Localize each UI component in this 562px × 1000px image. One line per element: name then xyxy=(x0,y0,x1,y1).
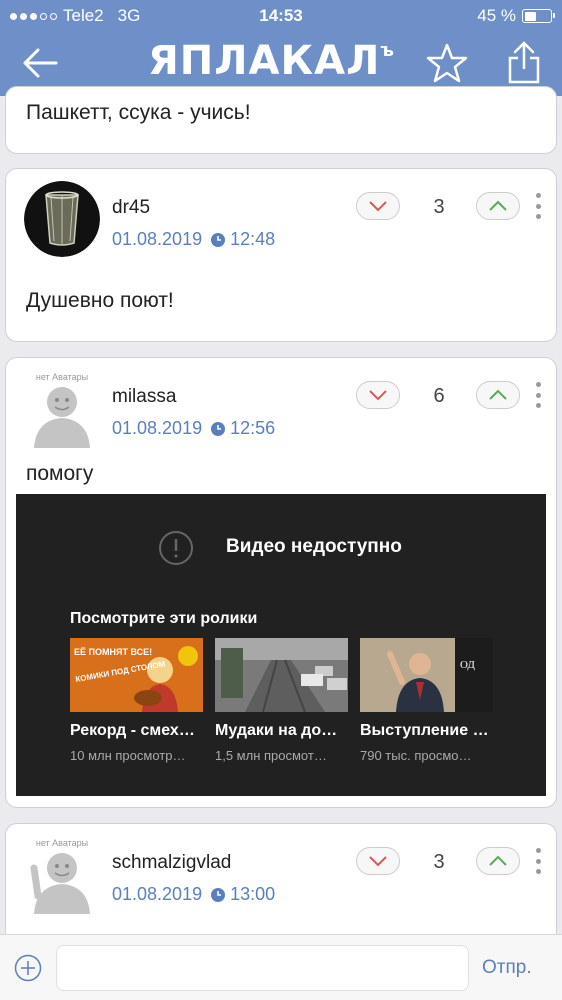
chevron-up-icon xyxy=(489,389,507,400)
comment-meta: 01.08.2019 13:00 xyxy=(112,884,275,905)
comment-text: Пашкетт, ссука - учись! xyxy=(26,101,251,124)
video-unavailable-text: Видео недоступно xyxy=(226,536,402,557)
add-attachment-icon[interactable] xyxy=(14,954,42,982)
comment-date: 01.08.2019 xyxy=(112,229,203,249)
chevron-up-icon xyxy=(489,855,507,866)
upvote-button[interactable] xyxy=(476,192,520,220)
alert-icon xyxy=(159,531,193,565)
avatar[interactable] xyxy=(24,181,100,257)
clock-icon xyxy=(211,421,226,436)
status-bar: Tele2 3G 14:53 45 % xyxy=(0,0,562,32)
message-input[interactable] xyxy=(56,945,469,991)
suggested-video-views: 790 тыс. просмо… xyxy=(360,748,472,763)
suggested-video-views: 10 млн просмотр… xyxy=(70,748,186,763)
comment-card: Пашкетт, ссука - учись! xyxy=(5,86,557,154)
battery-percent: 45 % xyxy=(477,6,516,25)
svg-text:нет Аватары: нет Аватары xyxy=(36,372,88,382)
comment-date: 01.08.2019 xyxy=(112,884,203,904)
svg-text:ОД: ОД xyxy=(460,659,475,671)
clock-icon xyxy=(211,232,226,247)
back-arrow-icon[interactable] xyxy=(20,46,60,80)
clock-icon xyxy=(211,887,226,902)
upvote-button[interactable] xyxy=(476,381,520,409)
suggested-video-thumbnail[interactable]: ОД xyxy=(360,638,493,712)
more-options-icon[interactable] xyxy=(532,382,544,408)
suggested-video-thumbnail[interactable]: ЕЁ ПОМНЯТ ВСЕ! КОМИКИ ПОД СТОЛОМ xyxy=(70,638,203,712)
share-icon[interactable] xyxy=(506,40,542,84)
chevron-up-icon xyxy=(489,200,507,211)
send-button[interactable]: Отпр. xyxy=(482,957,532,979)
comment-meta: 01.08.2019 12:56 xyxy=(112,418,275,439)
comment-time: 12:48 xyxy=(230,229,276,249)
reply-composer: Отпр. xyxy=(0,934,562,1000)
chevron-down-icon xyxy=(369,201,387,212)
svg-text:нет Аватары: нет Аватары xyxy=(36,838,88,848)
suggested-videos-heading: Посмотрите эти ролики xyxy=(70,610,258,627)
battery-icon xyxy=(522,9,555,23)
comment-text: помогу xyxy=(26,462,94,485)
embedded-video[interactable]: Видео недоступно Посмотрите эти ролики Е… xyxy=(16,494,546,796)
vote-score: 6 xyxy=(433,385,445,407)
app-header: Tele2 3G 14:53 45 % ЯПЛАКАЛъ xyxy=(0,0,562,96)
star-favorite-icon[interactable] xyxy=(426,42,468,84)
comment-meta: 01.08.2019 12:48 xyxy=(112,229,275,250)
suggested-video-thumbnail[interactable] xyxy=(215,638,348,712)
suggested-video-views: 1,5 млн просмот… xyxy=(215,748,327,763)
suggested-video-title[interactable]: Рекорд - смех… xyxy=(70,722,203,740)
suggested-video-title[interactable]: Выступление … xyxy=(360,722,493,740)
comment-time: 12:56 xyxy=(230,418,276,438)
upvote-button[interactable] xyxy=(476,847,520,875)
username[interactable]: schmalzigvlad xyxy=(112,852,231,874)
more-options-icon[interactable] xyxy=(532,193,544,219)
avatar[interactable]: нет Аватары xyxy=(24,838,100,914)
avatar[interactable]: нет Аватары xyxy=(24,372,100,448)
comment-text: Душевно поют! xyxy=(26,289,174,312)
chevron-down-icon xyxy=(369,856,387,867)
comment-date: 01.08.2019 xyxy=(112,418,203,438)
chevron-down-icon xyxy=(369,390,387,401)
username[interactable]: dr45 xyxy=(112,197,150,219)
vote-score: 3 xyxy=(433,196,445,218)
comment-time: 13:00 xyxy=(230,884,276,904)
downvote-button[interactable] xyxy=(356,192,400,220)
comment-card: dr45 01.08.2019 12:48 3 Душевно поют! xyxy=(5,168,557,342)
more-options-icon[interactable] xyxy=(532,848,544,874)
svg-text:ЕЁ ПОМНЯТ ВСЕ!: ЕЁ ПОМНЯТ ВСЕ! xyxy=(74,647,152,657)
username[interactable]: milassa xyxy=(112,386,176,408)
site-logo[interactable]: ЯПЛАКАЛъ xyxy=(148,38,395,84)
vote-score: 3 xyxy=(433,851,445,873)
downvote-button[interactable] xyxy=(356,847,400,875)
comment-card: нет Аватары milassa 01.08.2019 12:56 6 п… xyxy=(5,357,557,808)
downvote-button[interactable] xyxy=(356,381,400,409)
suggested-video-title[interactable]: Мудаки на до… xyxy=(215,722,348,740)
